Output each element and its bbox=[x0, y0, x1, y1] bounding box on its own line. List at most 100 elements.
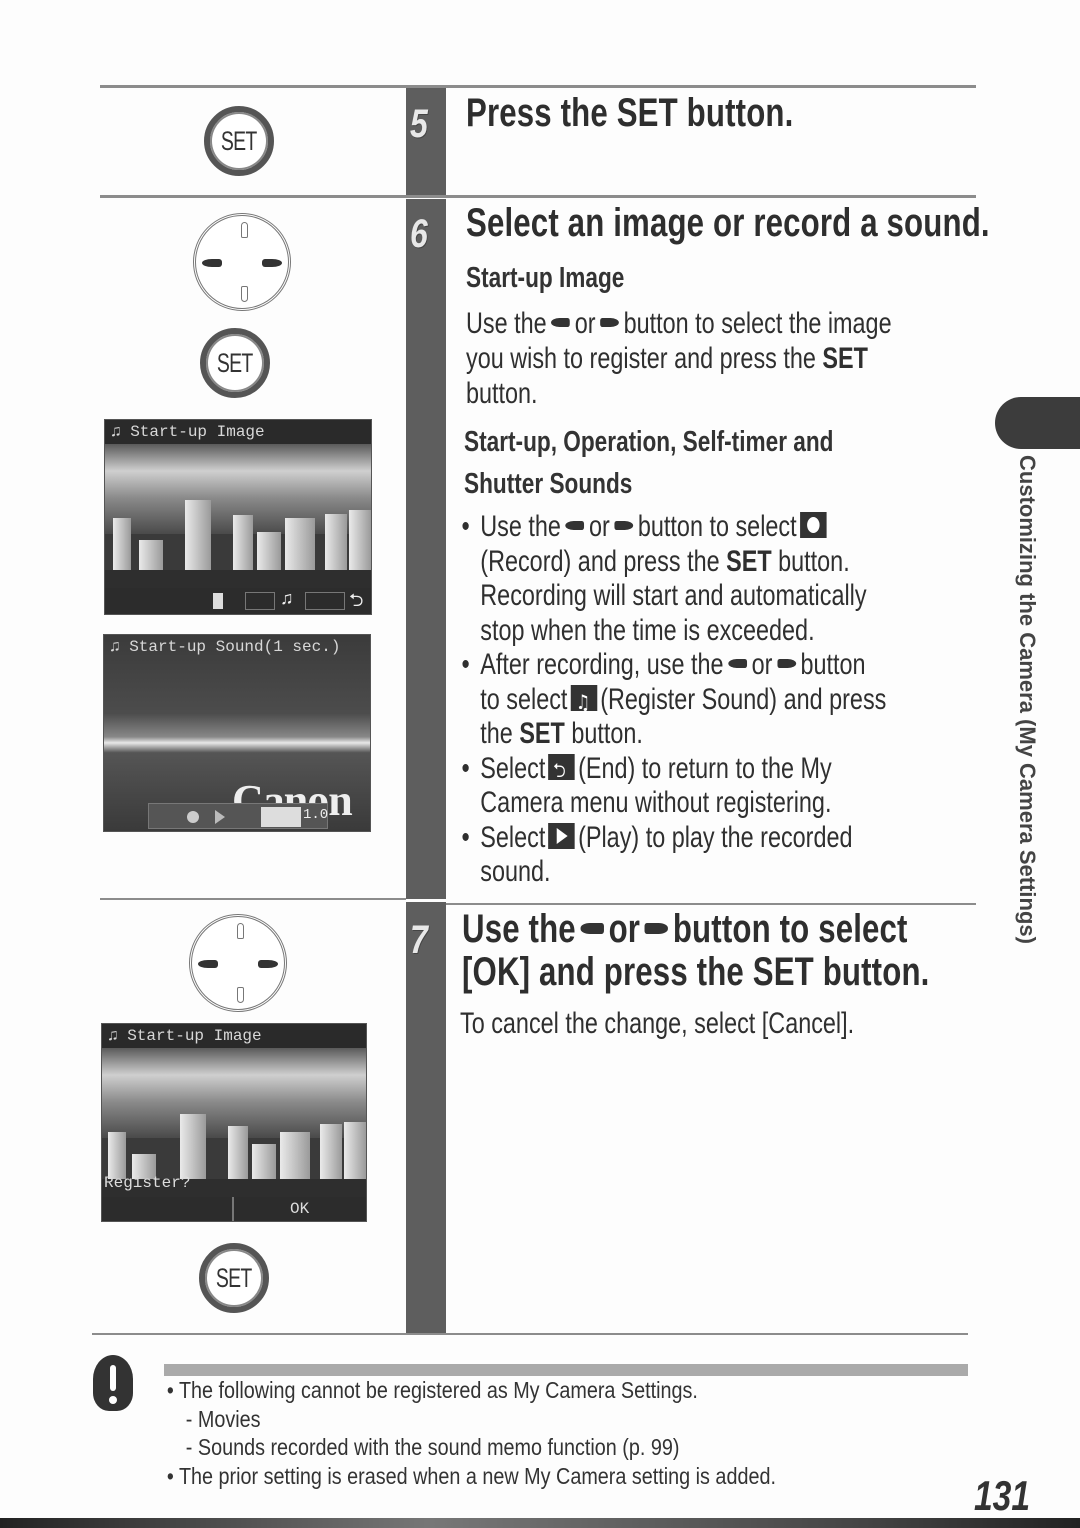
rule-step7-right bbox=[446, 903, 976, 905]
step-number-7: 7 bbox=[410, 918, 428, 962]
text: you wish to register and press the bbox=[466, 342, 816, 375]
lcd-sound-controls: 1.0 bbox=[148, 803, 328, 829]
four-way-dial-icon bbox=[189, 914, 287, 1012]
text: Select bbox=[480, 751, 546, 785]
text: button to select the image bbox=[623, 307, 892, 340]
dial-down-icon bbox=[241, 286, 248, 302]
text: (Record) and press the bbox=[480, 544, 720, 578]
caution-note: • The following cannot be registered as … bbox=[166, 1377, 698, 1403]
lcd-title: ♫ Start-up Image bbox=[105, 420, 371, 444]
my-camera-icon: ♫ bbox=[108, 1027, 128, 1045]
text: button to select bbox=[672, 907, 908, 951]
text: After recording, use the bbox=[480, 648, 724, 681]
dial-right-arrow-icon bbox=[258, 960, 278, 968]
sound-progress bbox=[261, 807, 301, 827]
set-icon-label: SET bbox=[216, 1262, 252, 1293]
bullet-play: Select (Play) to play the recorded sound. bbox=[460, 821, 886, 890]
text: the bbox=[480, 717, 513, 750]
text: or bbox=[608, 907, 641, 951]
ok-option: OK bbox=[290, 1200, 310, 1218]
lcd-option-bar: OK bbox=[102, 1197, 366, 1221]
text: Select bbox=[480, 820, 546, 854]
dial-up-icon bbox=[237, 923, 244, 939]
text: sound. bbox=[480, 855, 551, 888]
lcd-city-skyline bbox=[102, 1102, 366, 1182]
lcd-title: ♫ Start-up Sound(1 sec.) bbox=[104, 635, 370, 659]
register-sound-icon: ♫ bbox=[280, 588, 294, 608]
caution-note: • The prior setting is erased when a new… bbox=[166, 1462, 776, 1489]
my-camera-icon: ♫ bbox=[111, 423, 131, 441]
right-button-icon bbox=[777, 658, 796, 668]
register-prompt: Register? bbox=[104, 1174, 191, 1192]
lcd-startup-sound-screen: ♫ Start-up Sound(1 sec.) Canon 1.0 bbox=[103, 634, 371, 832]
set-keyword: SET bbox=[822, 342, 868, 375]
sounds-heading-line1: Start-up, Operation, Self-timer and bbox=[464, 426, 834, 458]
text: Camera menu without registering. bbox=[480, 786, 832, 819]
lcd-city-skyline bbox=[105, 490, 371, 570]
bullet-register-sound: After recording, use the or button to sele… bbox=[460, 648, 887, 752]
startup-image-instructions: Use the or button to select the image you … bbox=[466, 306, 892, 411]
step-5-title: Press the SET button. bbox=[466, 91, 794, 135]
text: button to select bbox=[637, 510, 797, 543]
step-7-cancel-note: To cancel the change, select [Cancel]. bbox=[460, 1007, 855, 1040]
cancel-option bbox=[102, 1197, 234, 1221]
step-6-title: Select an image or record a sound. bbox=[466, 201, 990, 245]
step-7-title: Use the or button to select [OK] and press… bbox=[462, 908, 929, 994]
lcd-title-text: Start-up Image bbox=[130, 423, 265, 441]
dial-right-arrow-icon bbox=[262, 259, 282, 267]
four-way-dial-icon bbox=[193, 213, 291, 311]
bullet-record: Use the or button to select (Record) and p… bbox=[460, 510, 886, 648]
text: button. bbox=[466, 377, 538, 410]
sounds-heading-line2: Shutter Sounds bbox=[464, 468, 633, 500]
right-button-icon bbox=[644, 922, 669, 934]
text: (Play) to play the recorded bbox=[578, 820, 853, 854]
my-camera-icon: ♫ bbox=[110, 638, 130, 656]
register-sound-icon bbox=[570, 684, 598, 719]
text: (End) to return to the My bbox=[578, 751, 832, 785]
caution-note: - Movies bbox=[185, 1405, 261, 1432]
caution-bar bbox=[164, 1364, 968, 1376]
chapter-side-label: Customizing the Camera (My Camera Settin… bbox=[1015, 455, 1040, 944]
page-number: 131 bbox=[974, 1472, 1031, 1519]
dial-left-arrow-icon bbox=[202, 259, 222, 267]
set-button-icon: SET bbox=[204, 106, 274, 176]
left-button-icon bbox=[728, 658, 747, 668]
startup-image-heading: Start-up Image bbox=[466, 262, 625, 294]
text: button. bbox=[778, 544, 850, 578]
lcd-title-text: Start-up Sound(1 sec.) bbox=[129, 638, 341, 656]
caution-notes: • The following cannot be registered as … bbox=[160, 1376, 776, 1490]
option-box bbox=[305, 592, 345, 610]
text: stop when the time is exceeded. bbox=[480, 613, 815, 647]
set-button-icon: SET bbox=[199, 1243, 269, 1313]
text: or bbox=[589, 510, 610, 543]
lcd-title: ♫ Start-up Image bbox=[102, 1024, 366, 1048]
dial-up-icon bbox=[241, 222, 248, 238]
step-number-6: 6 bbox=[410, 212, 428, 256]
lcd-title-text: Start-up Image bbox=[127, 1027, 262, 1045]
text: Recording will start and automatically bbox=[480, 579, 867, 612]
text: button bbox=[800, 648, 866, 681]
text: Use the bbox=[466, 307, 547, 340]
set-icon-label: SET bbox=[221, 125, 257, 156]
chapter-tab bbox=[995, 397, 1080, 449]
set-button-icon: SET bbox=[200, 328, 270, 398]
text: Use the bbox=[480, 510, 561, 543]
rule-bottom bbox=[92, 1333, 968, 1335]
bullet-end: Select (End) to return to the My Camera m… bbox=[460, 752, 886, 821]
record-icon bbox=[799, 512, 827, 539]
rule-top bbox=[100, 85, 976, 88]
end-icon bbox=[548, 753, 575, 787]
sound-counter: 1.0 bbox=[303, 807, 329, 823]
rule-step7-left bbox=[100, 898, 406, 900]
set-keyword: SET bbox=[519, 717, 565, 750]
dial-down-icon bbox=[237, 987, 244, 1003]
text: [OK] and press the SET button. bbox=[462, 950, 930, 994]
page-bottom-edge bbox=[0, 1518, 1080, 1528]
left-button-icon bbox=[580, 922, 604, 934]
text: (Register Sound) and press bbox=[600, 682, 887, 716]
set-icon-label: SET bbox=[217, 347, 253, 378]
rule-step6 bbox=[100, 195, 976, 198]
step-6-bar bbox=[406, 199, 446, 899]
text: button. bbox=[571, 717, 643, 750]
option-box bbox=[245, 592, 275, 610]
